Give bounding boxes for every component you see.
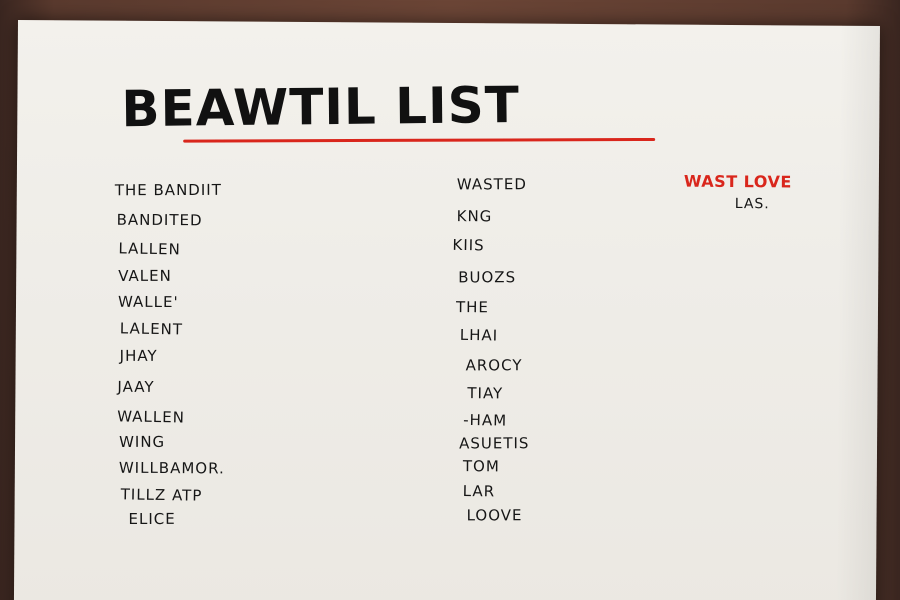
right-list-item: AROCY bbox=[465, 356, 523, 375]
right-list-item: TIAY bbox=[467, 384, 504, 403]
left-list-item: WALLE' bbox=[117, 292, 179, 312]
right-list-item: BUOZS bbox=[458, 268, 517, 287]
right-list-item: TOM bbox=[462, 457, 500, 476]
left-list-item: THE BANDIIT bbox=[114, 180, 222, 200]
right-list-item: LAR bbox=[462, 481, 496, 501]
right-list-item: KIIS bbox=[452, 235, 485, 255]
right-list-item: WASTED bbox=[456, 175, 527, 194]
left-list-item: WILLBAMOR. bbox=[118, 458, 225, 478]
left-list-item: LALLEN bbox=[118, 239, 181, 259]
right-list-item: LOOVE bbox=[466, 506, 523, 525]
left-list-item: JAAY bbox=[117, 377, 155, 396]
right-list-item: LHAI bbox=[459, 325, 499, 345]
right-list-item: THE bbox=[455, 298, 489, 317]
side-note-sub: LAS. bbox=[734, 196, 770, 213]
left-list-item: WING bbox=[119, 432, 166, 451]
list-title: BEAWTIL LIST bbox=[121, 76, 521, 139]
side-note-heading: WAST LOVE bbox=[683, 171, 792, 192]
left-list-item: BANDITED bbox=[116, 210, 203, 230]
left-list-item: TILLZ ATP bbox=[120, 485, 203, 505]
left-list-item: LALENT bbox=[119, 319, 184, 339]
paper-edge-shadow bbox=[835, 25, 880, 600]
paper-sheet: BEAWTIL LIST THE BANDIIT BANDITED LALLEN VA… bbox=[13, 20, 880, 600]
left-list-item: JHAY bbox=[119, 346, 158, 365]
left-list-item: WALLEN bbox=[117, 407, 186, 427]
right-list-item: -HAM bbox=[463, 410, 508, 430]
left-list-item: VALEN bbox=[118, 266, 172, 285]
title-underline bbox=[183, 137, 656, 143]
right-list-item: KNG bbox=[456, 207, 493, 226]
left-list-item: ELICE bbox=[128, 509, 176, 529]
right-list-item: ASUETIS bbox=[459, 434, 530, 453]
photo-scene: BEAWTIL LIST THE BANDIIT BANDITED LALLEN VA… bbox=[0, 0, 900, 600]
